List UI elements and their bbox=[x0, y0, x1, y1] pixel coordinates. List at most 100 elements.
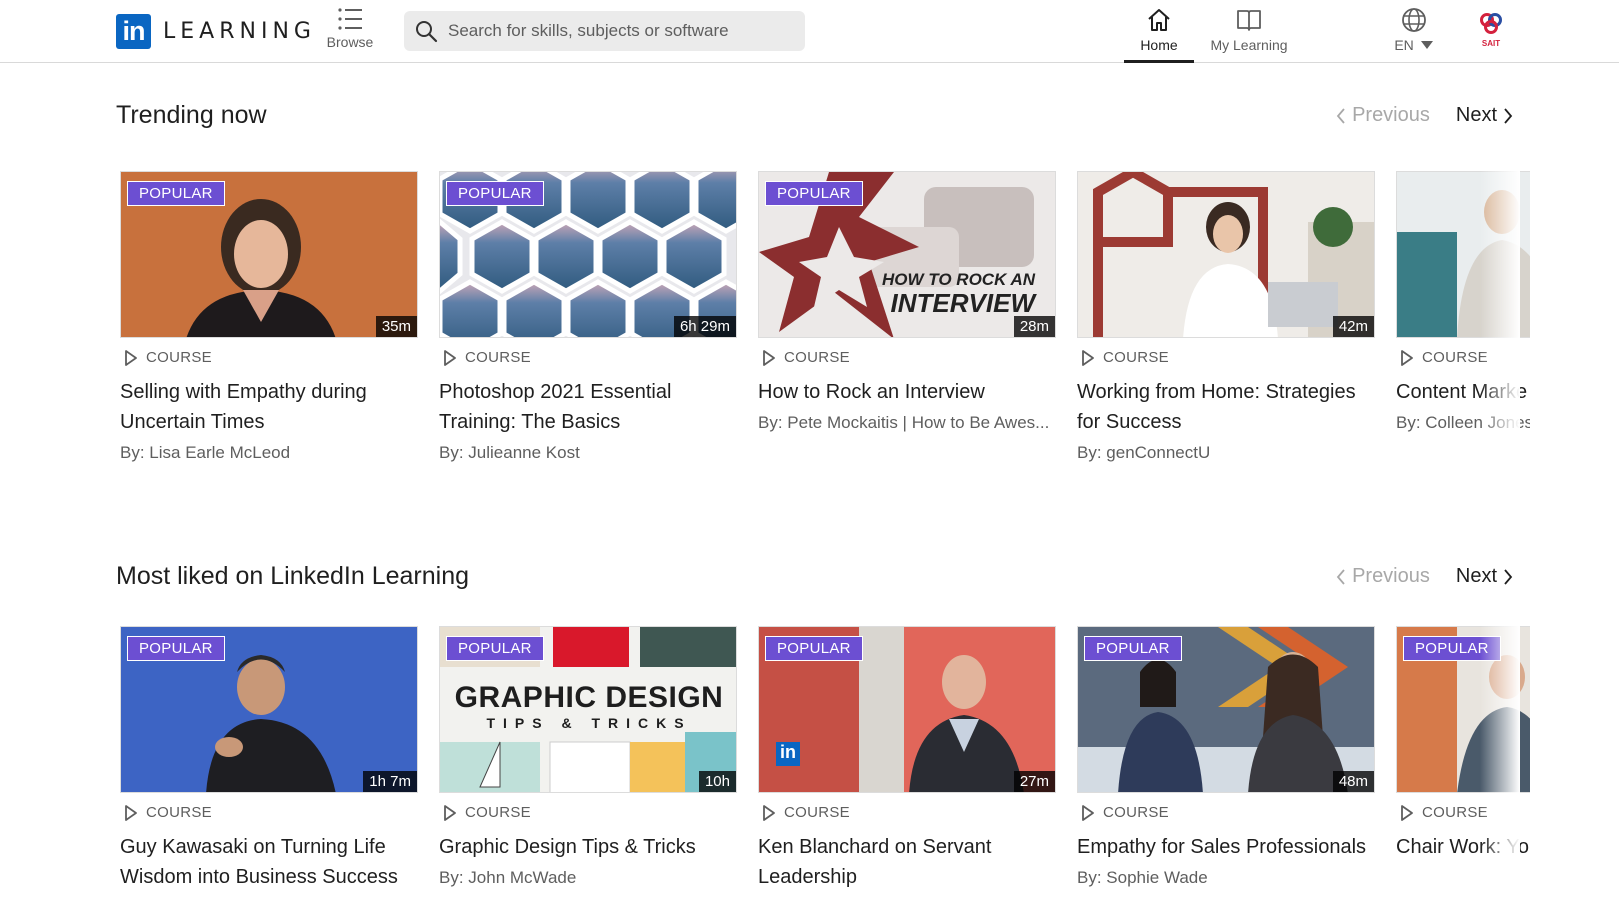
course-thumbnail: in POPULAR 27m bbox=[758, 626, 1056, 793]
play-icon bbox=[763, 804, 775, 821]
most-liked-previous-button[interactable]: Previous bbox=[1330, 565, 1430, 588]
search-icon bbox=[416, 21, 438, 43]
course-title[interactable]: Selling with Empathy during Uncertain Ti… bbox=[120, 377, 418, 437]
logo-text: LEARNING bbox=[163, 19, 316, 44]
course-thumbnail: POPULAR 48m bbox=[1077, 626, 1375, 793]
content-type-label: COURSE bbox=[1422, 804, 1488, 821]
play-icon bbox=[125, 349, 137, 366]
course-author: By: Julieanne Kost bbox=[439, 443, 580, 462]
thumbnail-title: INTERVIEW bbox=[890, 288, 1035, 318]
course-card[interactable]: POPULAR 6h 29m COURSE Photoshop 2021 Ess… bbox=[439, 171, 737, 463]
chevron-left-icon bbox=[1336, 568, 1345, 585]
play-icon bbox=[1082, 349, 1094, 366]
popular-badge: POPULAR bbox=[446, 181, 544, 206]
play-icon bbox=[1401, 349, 1413, 366]
section-title-trending: Trending now bbox=[116, 101, 267, 129]
chevron-right-icon bbox=[1504, 107, 1513, 124]
course-card[interactable]: GRAPHIC DESIGN TIPS & TRICKS POPULAR 10h… bbox=[439, 626, 737, 888]
nav-home[interactable]: Home bbox=[1124, 4, 1194, 63]
play-icon bbox=[444, 804, 456, 821]
content-type: COURSE bbox=[439, 349, 737, 366]
most-liked-pager: Previous Next bbox=[1330, 565, 1519, 588]
course-author: By: Lisa Earle McLeod bbox=[120, 443, 291, 462]
content-type: COURSE bbox=[1077, 804, 1375, 821]
previous-label: Previous bbox=[1352, 104, 1430, 126]
content-type-label: COURSE bbox=[146, 804, 212, 821]
content-type: COURSE bbox=[758, 804, 1056, 821]
content-type-label: COURSE bbox=[146, 349, 212, 366]
trending-carousel: POPULAR 35m COURSE Selling with Empathy … bbox=[120, 171, 1530, 491]
course-title[interactable]: Working from Home: Strategies for Succes… bbox=[1077, 377, 1375, 437]
book-icon bbox=[1237, 10, 1261, 31]
language-label: EN bbox=[1394, 37, 1414, 53]
organization-logo[interactable]: SAIT bbox=[1474, 12, 1508, 48]
course-author: By: Pete Mockaitis | How to Be Awes... bbox=[758, 413, 1050, 432]
trending-pager: Previous Next bbox=[1330, 104, 1519, 127]
nav-my-learning-label: My Learning bbox=[1210, 37, 1288, 53]
course-card[interactable]: POPULAR 35m COURSE Selling with Empathy … bbox=[120, 171, 418, 463]
popular-badge: POPULAR bbox=[765, 181, 863, 206]
popular-badge: POPULAR bbox=[446, 636, 544, 661]
course-card[interactable]: POPULAR 1h 7m COURSE Guy Kawasaki on Tur… bbox=[120, 626, 418, 898]
globe-icon bbox=[1402, 8, 1426, 32]
course-title[interactable]: Empathy for Sales Professionals bbox=[1077, 832, 1375, 862]
course-title[interactable]: Guy Kawasaki on Turning Life Wisdom into… bbox=[120, 832, 418, 892]
section-title-most-liked: Most liked on LinkedIn Learning bbox=[116, 562, 470, 590]
content-type-label: COURSE bbox=[1103, 349, 1169, 366]
duration-label: 6h 29m bbox=[673, 316, 736, 337]
duration-label: 1h 7m bbox=[363, 771, 417, 792]
course-thumbnail: GRAPHIC DESIGN TIPS & TRICKS POPULAR 10h bbox=[439, 626, 737, 793]
course-thumbnail: HOW TO ROCK AN INTERVIEW POPULAR 28m bbox=[758, 171, 1056, 338]
trending-next-button[interactable]: Next bbox=[1456, 104, 1519, 127]
most-liked-carousel: POPULAR 1h 7m COURSE Guy Kawasaki on Tur… bbox=[120, 626, 1530, 901]
thumbnail-title: GRAPHIC DESIGN bbox=[454, 681, 724, 714]
most-liked-next-button[interactable]: Next bbox=[1456, 565, 1519, 588]
organization-logo-text: SAIT bbox=[1481, 39, 1501, 48]
search-box[interactable] bbox=[404, 11, 805, 51]
course-title[interactable]: Ken Blanchard on Servant Leadership bbox=[758, 832, 1056, 892]
course-title[interactable]: Photoshop 2021 Essential Training: The B… bbox=[439, 377, 737, 437]
course-title[interactable]: Graphic Design Tips & Tricks bbox=[439, 832, 737, 862]
play-icon bbox=[1401, 804, 1413, 821]
duration-label: 42m bbox=[1332, 316, 1374, 337]
course-card[interactable]: POPULAR 48m COURSE Empathy for Sales Pro… bbox=[1077, 626, 1375, 888]
duration-label: 48m bbox=[1332, 771, 1374, 792]
top-navigation-bar: in LEARNING Browse Home My Learning bbox=[0, 0, 1619, 63]
content-type: COURSE bbox=[120, 804, 418, 821]
course-card[interactable]: 42m COURSE Working from Home: Strategies… bbox=[1077, 171, 1375, 463]
content-type-label: COURSE bbox=[465, 349, 531, 366]
linkedin-learning-logo[interactable]: in LEARNING bbox=[116, 14, 316, 49]
previous-label: Previous bbox=[1352, 565, 1430, 587]
course-author: By: John McWade bbox=[439, 868, 577, 887]
course-thumbnail: 42m bbox=[1077, 171, 1375, 338]
duration-label: 35m bbox=[375, 316, 417, 337]
next-label: Next bbox=[1455, 104, 1497, 126]
course-author: By: genConnectU bbox=[1077, 443, 1211, 462]
sait-logo-icon bbox=[1480, 13, 1502, 34]
course-card[interactable]: HOW TO ROCK AN INTERVIEW POPULAR 28m COU… bbox=[758, 171, 1056, 433]
course-author: By: Sophie Wade bbox=[1077, 868, 1208, 887]
course-card[interactable]: in POPULAR 27m COURSE Ken Blanchard on S… bbox=[758, 626, 1056, 898]
duration-label: 10h bbox=[698, 771, 736, 792]
browse-button[interactable]: Browse bbox=[322, 6, 378, 50]
content-type: COURSE bbox=[1077, 349, 1375, 366]
browse-label: Browse bbox=[326, 34, 374, 50]
popular-badge: POPULAR bbox=[127, 636, 225, 661]
language-selector[interactable]: EN bbox=[1386, 4, 1442, 63]
content-type: COURSE bbox=[120, 349, 418, 366]
search-input[interactable] bbox=[448, 21, 788, 41]
content-type-label: COURSE bbox=[1422, 349, 1488, 366]
thumbnail-subtitle: TIPS & TRICKS bbox=[486, 715, 692, 731]
content-type-label: COURSE bbox=[784, 349, 850, 366]
course-title[interactable]: How to Rock an Interview bbox=[758, 377, 1056, 407]
trending-previous-button[interactable]: Previous bbox=[1330, 104, 1430, 127]
duration-label: 28m bbox=[1013, 316, 1055, 337]
thumbnail-subtitle: HOW TO ROCK AN bbox=[882, 270, 1035, 289]
content-type-label: COURSE bbox=[465, 804, 531, 821]
chevron-left-icon bbox=[1336, 107, 1345, 124]
content-type: COURSE bbox=[439, 804, 737, 821]
nav-home-label: Home bbox=[1140, 37, 1178, 53]
nav-my-learning[interactable]: My Learning bbox=[1204, 4, 1294, 63]
play-icon bbox=[763, 349, 775, 366]
carousel-fade bbox=[1480, 171, 1520, 491]
